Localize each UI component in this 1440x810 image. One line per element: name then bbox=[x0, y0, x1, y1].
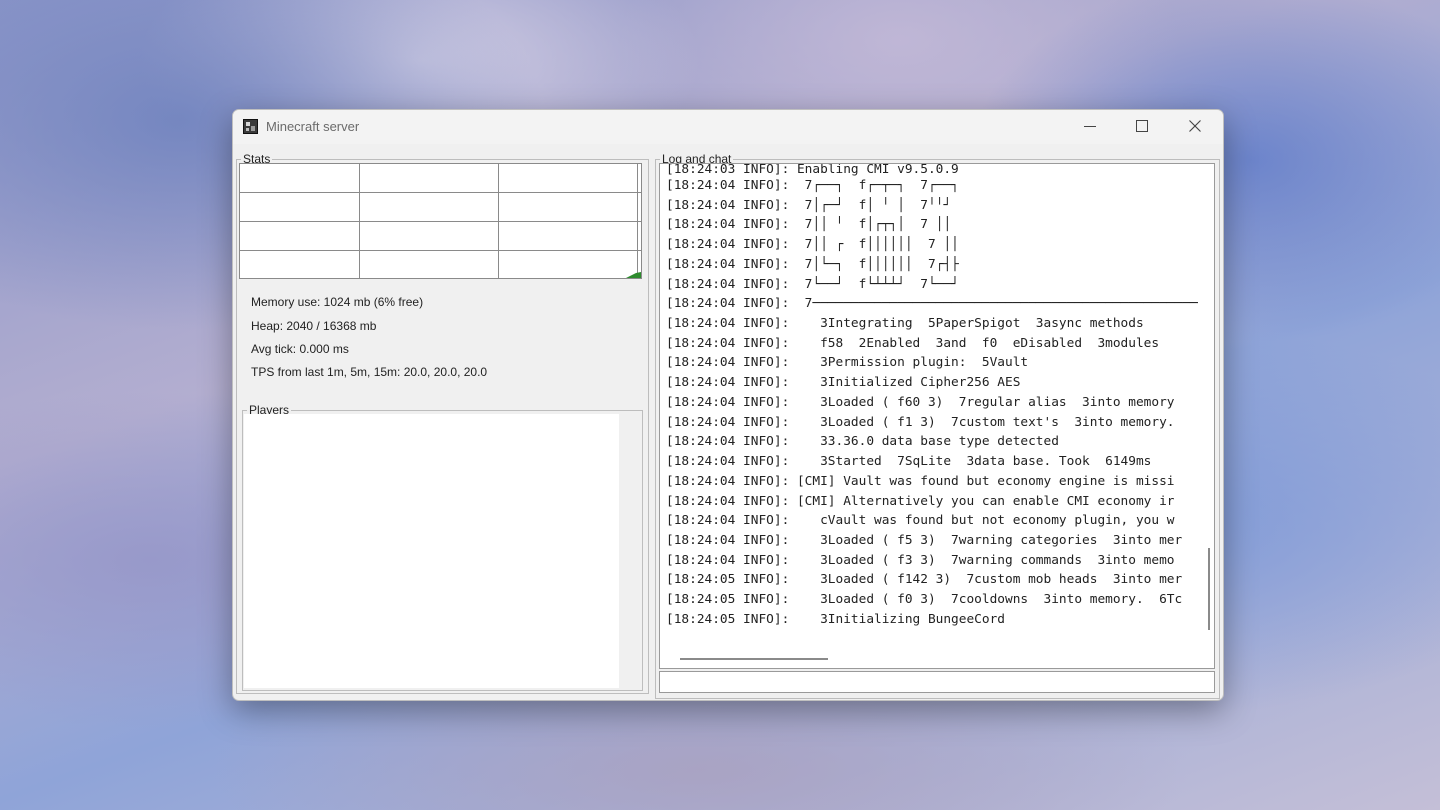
log-vertical-scrollbar[interactable] bbox=[1208, 548, 1210, 630]
memory-graph-svg bbox=[240, 164, 641, 278]
avg-tick-text: Avg tick: 0.000 ms bbox=[251, 342, 349, 356]
memory-use-text: Memory use: 1024 mb (6% free) bbox=[251, 295, 424, 309]
window-title: Minecraft server bbox=[266, 119, 360, 134]
log-line: [18:24:04 INFO]: 3Integrating 5PaperSpig… bbox=[666, 316, 1144, 332]
log-line: [18:24:04 INFO]: 3Permission plugin: 5Va… bbox=[666, 355, 1029, 371]
memory-graph bbox=[239, 163, 642, 279]
log-line: [18:24:04 INFO]: 3Loaded ( f3 3) 7warnin… bbox=[666, 552, 1175, 568]
minimize-button[interactable] bbox=[1064, 110, 1116, 142]
log-line: [18:24:04 INFO]: 3Loaded ( f1 3) 7custom… bbox=[666, 414, 1175, 430]
log-line: [18:24:04 INFO]: 3Initialized Cipher256 … bbox=[666, 375, 1021, 391]
minimize-icon bbox=[1084, 126, 1096, 127]
log-line: [18:24:04 INFO]: cVault was found but no… bbox=[666, 513, 1175, 529]
log-line: [18:24:04 INFO]: 7└──┘ f└┴┴┴┘ 7└──┘ bbox=[666, 276, 959, 292]
log-line: [18:24:03 INFO]: Enabling CMI v9.5.0.9 bbox=[666, 164, 959, 176]
log-line: [18:24:04 INFO]: 7──────────────────────… bbox=[666, 296, 1198, 312]
maximize-button[interactable] bbox=[1116, 110, 1168, 142]
log-line: [18:24:04 INFO]: 7││ ╵ f│┌┬┐│ 7 ││ bbox=[666, 217, 952, 233]
close-button[interactable] bbox=[1169, 110, 1221, 142]
log-line: [18:24:04 INFO]: 7┌──┐ f┌─┬─┐ 7┌──┐ bbox=[666, 178, 959, 193]
log-line: [18:24:04 INFO]: [CMI] Vault was found b… bbox=[666, 473, 1175, 489]
log-horizontal-scrollbar[interactable] bbox=[660, 650, 1214, 668]
minecraft-server-icon bbox=[243, 119, 258, 134]
log-line: [18:24:04 INFO]: 7│┌─┘ f│ ╵ │ 7╵╵┘ bbox=[666, 197, 952, 213]
maximize-icon bbox=[1136, 120, 1148, 132]
players-list[interactable] bbox=[244, 414, 619, 688]
close-icon bbox=[1189, 120, 1201, 132]
log-lines: [18:24:03 INFO]: Enabling CMI v9.5.0.9 [1… bbox=[666, 164, 1198, 652]
log-line: [18:24:04 INFO]: f58 2Enabled 3and f0 eD… bbox=[666, 335, 1160, 351]
log-output[interactable]: [18:24:03 INFO]: Enabling CMI v9.5.0.9 [1… bbox=[659, 163, 1215, 669]
log-line: [18:24:05 INFO]: 3Initializing BungeeCor… bbox=[666, 611, 1005, 627]
log-line: [18:24:04 INFO]: 33.36.0 data base type … bbox=[666, 434, 1059, 450]
players-scrollbar[interactable] bbox=[621, 414, 638, 688]
chat-input[interactable] bbox=[659, 671, 1215, 693]
log-horizontal-scroll-thumb[interactable] bbox=[680, 658, 828, 660]
log-line: [18:24:04 INFO]: 3Loaded ( f5 3) 7warnin… bbox=[666, 532, 1183, 548]
log-line: [18:24:04 INFO]: 7││ ┌ f││││││ 7 ││ bbox=[666, 237, 959, 253]
heap-text: Heap: 2040 / 16368 mb bbox=[251, 319, 377, 333]
log-line: [18:24:05 INFO]: 3Loaded ( f0 3) 7cooldo… bbox=[666, 592, 1183, 608]
log-line: [18:24:05 INFO]: 3Loaded ( f142 3) 7cust… bbox=[666, 572, 1183, 588]
memory-usage-fill bbox=[626, 272, 641, 278]
log-line: [18:24:04 INFO]: [CMI] Alternatively you… bbox=[666, 493, 1175, 509]
log-line: [18:24:04 INFO]: 3Loaded ( f60 3) 7regul… bbox=[666, 394, 1175, 410]
log-line: [18:24:04 INFO]: 3Started 7SqLite 3data … bbox=[666, 454, 1152, 470]
title-bar[interactable]: Minecraft server bbox=[233, 110, 1223, 144]
minecraft-server-window: Minecraft server Stats Memory use: 1024 bbox=[232, 109, 1224, 701]
tps-text: TPS from last 1m, 5m, 15m: 20.0, 20.0, 2… bbox=[251, 365, 488, 379]
log-line: [18:24:04 INFO]: 7│└─┐ f││││││ 7┌┤├ bbox=[666, 256, 959, 272]
